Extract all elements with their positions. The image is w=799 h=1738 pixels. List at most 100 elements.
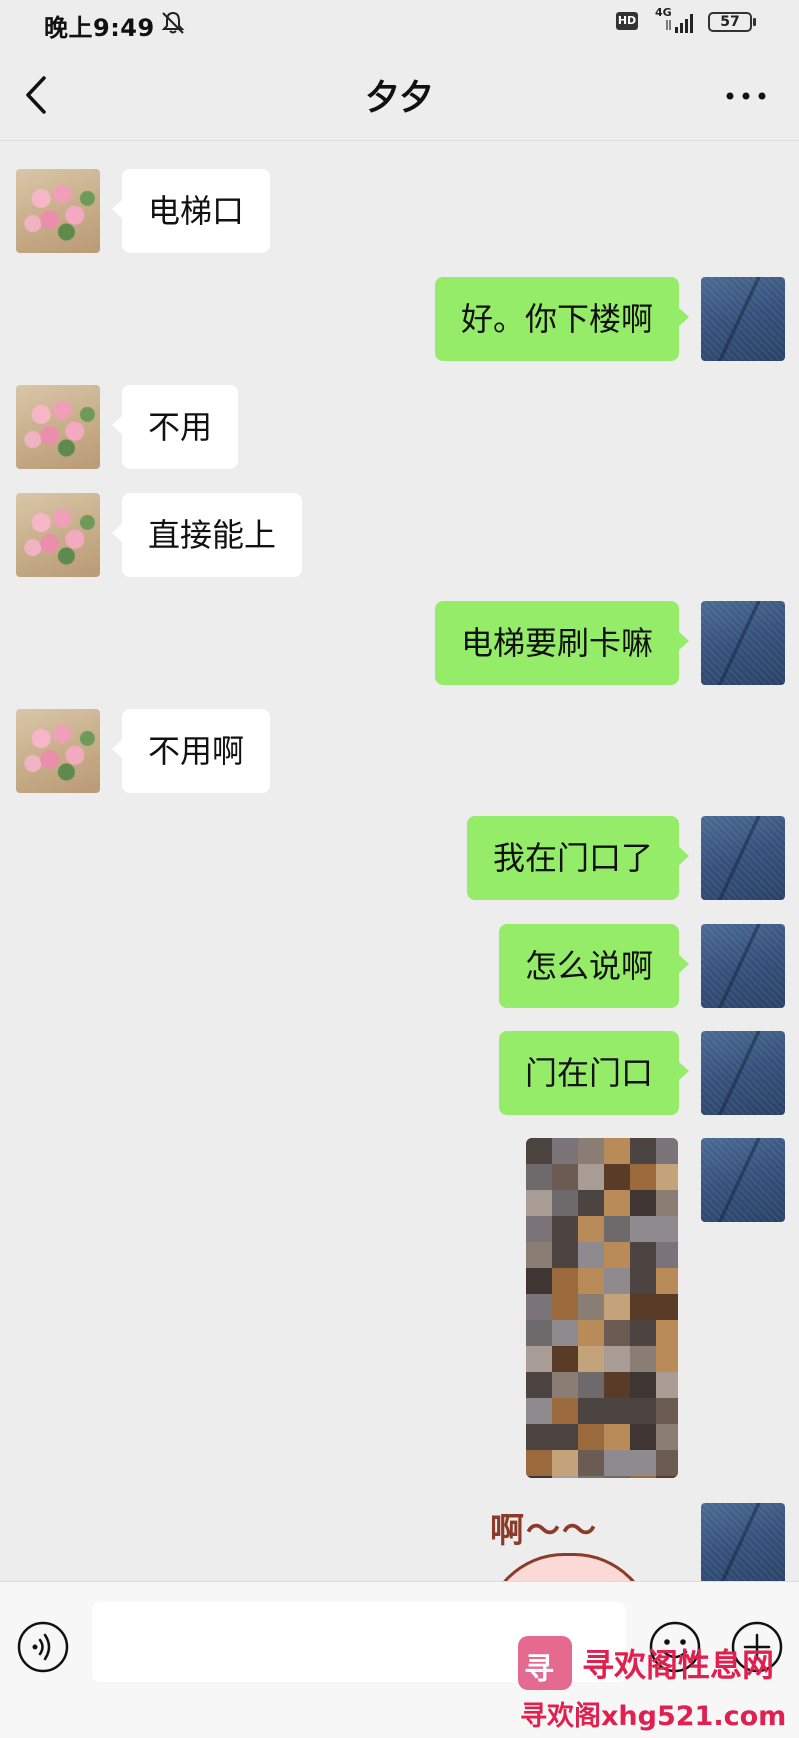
sent-message-bubble[interactable]: 怎么说啊 <box>498 924 690 1008</box>
photo-mosaic-tile <box>604 1190 630 1216</box>
sticker-message[interactable]: 啊～～ <box>480 1503 700 1581</box>
watermark-url: 寻欢阁xhg521.com <box>520 1701 787 1732</box>
photo-mosaic-tile <box>578 1346 604 1372</box>
voice-icon[interactable] <box>16 1620 70 1674</box>
photo-mosaic-tile <box>604 1268 630 1294</box>
photo-mosaic-tile <box>578 1164 604 1190</box>
photo-mosaic-tile <box>604 1424 630 1450</box>
photo-mosaic-tile <box>630 1164 656 1190</box>
photo-mosaic-tile <box>552 1346 578 1372</box>
photo-mosaic-tile <box>526 1320 552 1346</box>
status-bar: 晚上9:49 HD 4G 57 <box>0 0 799 50</box>
photo-mosaic-tile <box>656 1164 678 1190</box>
my-avatar[interactable] <box>701 1503 785 1581</box>
watermark-logo-char: 寻 <box>524 1652 554 1687</box>
photo-mosaic-tile <box>656 1242 678 1268</box>
photo-mosaic-tile <box>526 1424 552 1450</box>
watermark-logo: 寻 <box>518 1636 572 1690</box>
photo-mosaic-tile <box>552 1372 578 1398</box>
received-message-bubble[interactable]: 电梯口 <box>111 169 271 253</box>
photo-mosaic-tile <box>552 1398 578 1424</box>
photo-mosaic-tile <box>526 1294 552 1320</box>
photo-mosaic-tile <box>526 1242 552 1268</box>
photo-mosaic-tile <box>526 1476 552 1478</box>
my-avatar[interactable] <box>701 1031 785 1115</box>
photo-message[interactable] <box>526 1138 678 1478</box>
photo-mosaic-tile <box>656 1450 678 1476</box>
photo-mosaic-tile <box>526 1138 552 1164</box>
photo-mosaic-tile <box>656 1398 678 1424</box>
photo-mosaic-tile <box>604 1450 630 1476</box>
photo-mosaic-tile <box>578 1242 604 1268</box>
message-list[interactable]: 电梯口 好。你下楼啊 不用 直接能上 电梯要刷卡嘛 不用啊 我在门口了 怎么说啊… <box>0 141 799 1581</box>
photo-mosaic-tile <box>656 1190 678 1216</box>
photo-mosaic-tile <box>656 1320 678 1346</box>
photo-mosaic-tile <box>552 1424 578 1450</box>
photo-mosaic-tile <box>552 1294 578 1320</box>
photo-mosaic-tile <box>526 1398 552 1424</box>
my-avatar[interactable] <box>701 816 785 900</box>
photo-mosaic-tile <box>630 1476 656 1478</box>
contact-avatar[interactable] <box>16 169 100 253</box>
message-row: 好。你下楼啊 <box>0 277 799 361</box>
photo-mosaic-tile <box>630 1268 656 1294</box>
photo-mosaic-tile <box>526 1346 552 1372</box>
photo-mosaic-tile <box>578 1216 604 1242</box>
photo-mosaic-tile <box>552 1216 578 1242</box>
photo-mosaic-tile <box>526 1164 552 1190</box>
my-avatar[interactable] <box>701 601 785 685</box>
photo-mosaic-tile <box>656 1346 678 1372</box>
photo-mosaic-tile <box>656 1372 678 1398</box>
hd-badge: HD <box>616 12 638 30</box>
sent-message-bubble[interactable]: 好。你下楼啊 <box>434 277 690 361</box>
photo-mosaic-tile <box>578 1320 604 1346</box>
contact-avatar[interactable] <box>16 493 100 577</box>
photo-mosaic-tile <box>604 1476 630 1478</box>
photo-mosaic-tile <box>578 1138 604 1164</box>
more-options-icon[interactable] <box>722 78 770 114</box>
photo-mosaic-tile <box>578 1294 604 1320</box>
my-avatar[interactable] <box>701 1138 785 1222</box>
photo-mosaic-tile <box>656 1294 678 1320</box>
contact-avatar[interactable] <box>16 709 100 793</box>
photo-mosaic-tile <box>630 1138 656 1164</box>
message-row: 电梯口 <box>0 169 799 253</box>
sent-message-bubble[interactable]: 电梯要刷卡嘛 <box>434 601 690 685</box>
photo-mosaic-tile <box>578 1372 604 1398</box>
photo-mosaic-tile <box>604 1320 630 1346</box>
photo-mosaic-tile <box>526 1372 552 1398</box>
sent-message-bubble[interactable]: 门在门口 <box>498 1031 690 1115</box>
watermark-text: 寻欢阁性息网 <box>582 1646 775 1684</box>
photo-mosaic-tile <box>630 1320 656 1346</box>
received-message-bubble[interactable]: 不用啊 <box>111 709 271 793</box>
message-row: 不用 <box>0 385 799 469</box>
received-message-bubble[interactable]: 不用 <box>111 385 239 469</box>
my-avatar[interactable] <box>701 277 785 361</box>
battery-indicator: 57 <box>708 12 756 32</box>
message-row: 直接能上 <box>0 493 799 577</box>
chat-title: 夕夕 <box>365 78 434 118</box>
photo-mosaic-tile <box>656 1138 678 1164</box>
message-row: 我在门口了 <box>0 816 799 900</box>
photo-mosaic-tile <box>578 1476 604 1478</box>
photo-mosaic-tile <box>552 1450 578 1476</box>
photo-mosaic-tile <box>656 1424 678 1450</box>
message-row <box>0 1138 799 1478</box>
message-row: 门在门口 <box>0 1031 799 1115</box>
sent-message-bubble[interactable]: 我在门口了 <box>466 816 690 900</box>
message-row: 不用啊 <box>0 709 799 793</box>
photo-mosaic-tile <box>630 1450 656 1476</box>
photo-mosaic-tile <box>630 1190 656 1216</box>
photo-mosaic-tile <box>552 1138 578 1164</box>
photo-mosaic-tile <box>552 1242 578 1268</box>
contact-avatar[interactable] <box>16 385 100 469</box>
photo-mosaic-tile <box>656 1476 678 1478</box>
my-avatar[interactable] <box>701 924 785 1008</box>
received-message-bubble[interactable]: 直接能上 <box>111 493 303 577</box>
message-row: 电梯要刷卡嘛 <box>0 601 799 685</box>
pig-sticker-icon <box>484 1553 654 1581</box>
photo-mosaic-tile <box>604 1138 630 1164</box>
photo-mosaic-tile <box>604 1216 630 1242</box>
message-row: 啊～～ <box>0 1503 799 1581</box>
photo-mosaic-tile <box>604 1372 630 1398</box>
